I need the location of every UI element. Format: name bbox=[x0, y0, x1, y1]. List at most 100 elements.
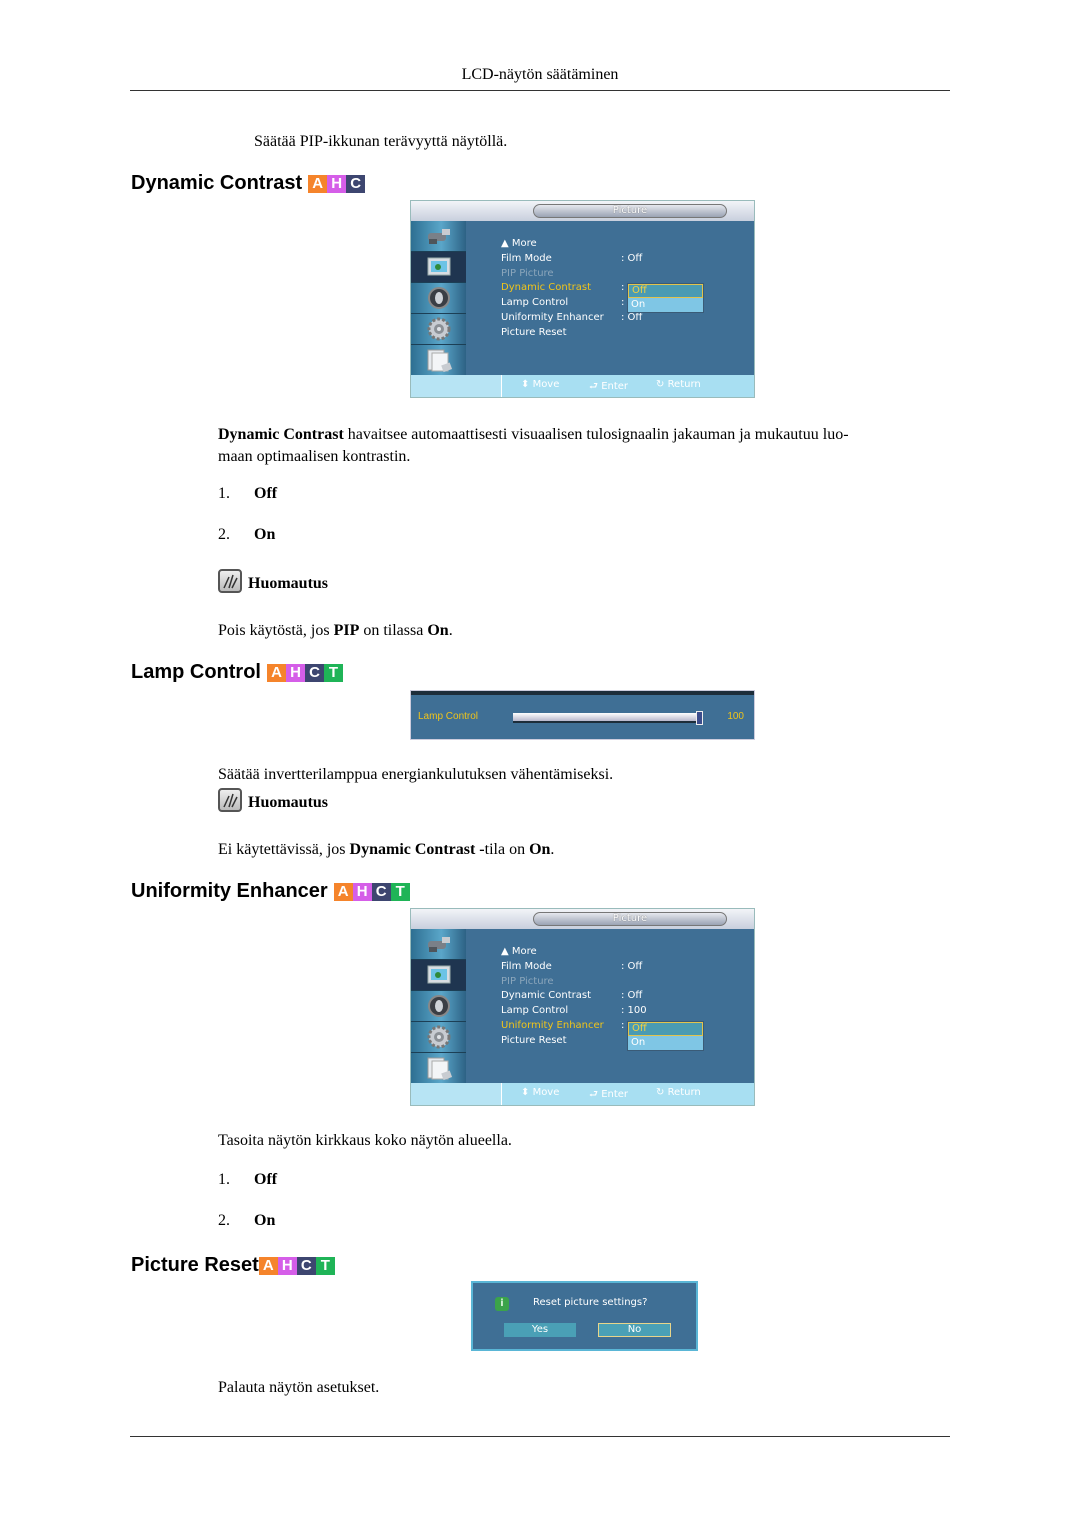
osd-row-film-mode[interactable]: Film Mode: Off bbox=[501, 960, 711, 975]
info-icon: i bbox=[495, 1297, 509, 1311]
lamp-control-description: Säätää invertterilamppua energiankulutuk… bbox=[218, 766, 614, 783]
mode-badges: A H C T bbox=[267, 663, 343, 682]
setup-icon[interactable] bbox=[411, 1022, 466, 1053]
dropdown-option-on[interactable]: On bbox=[628, 298, 703, 312]
move-icon: ⬍ bbox=[521, 1087, 533, 1098]
multi-control-icon[interactable] bbox=[411, 1053, 466, 1084]
osd-sidebar bbox=[411, 221, 466, 379]
section-title-text: Uniformity Enhancer bbox=[131, 880, 328, 902]
sound-icon[interactable] bbox=[411, 991, 466, 1022]
osd-nav-bar: ⬍ Move ⮐ Enter ↻ Return bbox=[411, 1083, 754, 1105]
footer-rule bbox=[130, 1436, 950, 1437]
osd-title: Picture bbox=[533, 204, 727, 218]
badge-a: A bbox=[258, 1256, 278, 1275]
lamp-control-value: 100 bbox=[727, 711, 744, 722]
osd-title: Picture bbox=[533, 912, 727, 926]
lamp-control-label: Lamp Control bbox=[418, 711, 479, 722]
nav-return: ↻ Return bbox=[656, 1087, 701, 1098]
note-pencil-icon bbox=[218, 569, 242, 593]
section-title-text: Picture Reset bbox=[131, 1254, 259, 1276]
osd-row-more[interactable]: ▲ More bbox=[501, 945, 711, 960]
option-list-item: 2. On bbox=[218, 1212, 276, 1229]
return-icon: ↻ bbox=[656, 1087, 668, 1098]
nav-move: ⬍ Move bbox=[521, 1087, 560, 1098]
page-header: LCD-näytön säätäminen bbox=[461, 66, 619, 83]
reset-question: Reset picture settings? bbox=[533, 1297, 648, 1308]
section-title-lamp-control: Lamp Control A H C T bbox=[131, 661, 343, 684]
note-heading: Huomautus bbox=[218, 788, 328, 812]
header-rule bbox=[130, 90, 950, 91]
picture-reset-description: Palauta näytön asetukset. bbox=[218, 1379, 380, 1396]
osd-row-uniformity-enhancer[interactable]: Uniformity Enhancer: Off bbox=[501, 311, 711, 326]
enter-icon: ⮐ bbox=[589, 381, 602, 392]
section-title-dynamic-contrast: Dynamic Contrast A H C bbox=[131, 172, 366, 195]
setup-icon[interactable] bbox=[411, 314, 466, 345]
note-text: Ei käytettävissä, jos Dynamic Contrast -… bbox=[218, 841, 555, 858]
badge-c: C bbox=[346, 174, 366, 193]
badge-h: H bbox=[327, 174, 347, 193]
badge-c: C bbox=[371, 882, 391, 901]
option-list-item: 1. Off bbox=[218, 1171, 278, 1188]
section-title-picture-reset: Picture Reset A H C T bbox=[131, 1254, 335, 1277]
sound-icon[interactable] bbox=[411, 283, 466, 314]
input-icon[interactable] bbox=[411, 221, 466, 252]
nav-return: ↻ Return bbox=[656, 379, 701, 390]
osd-row-lamp-control[interactable]: Lamp Control: 100 bbox=[501, 1004, 711, 1019]
badge-c: C bbox=[296, 1256, 316, 1275]
dropdown-option-on[interactable]: On bbox=[628, 1036, 703, 1050]
input-icon[interactable] bbox=[411, 929, 466, 960]
osd-row-film-mode[interactable]: Film Mode: Off bbox=[501, 252, 711, 267]
option-list-item: 2. On bbox=[218, 526, 276, 543]
osd-row-pip-picture: PIP Picture bbox=[501, 975, 554, 987]
slider-thumb[interactable] bbox=[696, 711, 703, 725]
lamp-control-osd: Lamp Control 100 bbox=[410, 690, 755, 740]
intro-text: Säätää PIP-ikkunan terävyyttä näytöllä. bbox=[254, 133, 508, 150]
badge-t: T bbox=[390, 882, 410, 901]
badge-a: A bbox=[333, 882, 353, 901]
osd-picture-menu: Picture ▲ More Film Mode: Off PIP Pictur… bbox=[410, 908, 755, 1106]
yes-button[interactable]: Yes bbox=[504, 1323, 576, 1337]
badge-t: T bbox=[315, 1256, 335, 1275]
badge-c: C bbox=[305, 663, 324, 682]
osd-nav-bar: ⬍ Move ⮐ Enter ↻ Return bbox=[411, 375, 754, 397]
osd-picture-menu: Picture ▲ More Film Mode: Off PIP Pictur… bbox=[410, 200, 755, 398]
badge-a: A bbox=[267, 663, 286, 682]
uniformity-enhancer-description: Tasoita näytön kirkkaus koko näytön alue… bbox=[218, 1132, 512, 1149]
badge-h: H bbox=[286, 663, 305, 682]
osd-row-picture-reset[interactable]: Picture Reset bbox=[501, 326, 711, 341]
mode-badges: A H C T bbox=[333, 882, 410, 901]
dropdown-option-off[interactable]: Off bbox=[628, 284, 703, 298]
mode-badges: A H C T bbox=[258, 1256, 335, 1275]
osd-sidebar bbox=[411, 929, 466, 1087]
section-title-text: Dynamic Contrast bbox=[131, 172, 303, 194]
osd-row-more[interactable]: ▲ More bbox=[501, 237, 711, 252]
return-icon: ↻ bbox=[656, 379, 668, 390]
mode-badges: A H C bbox=[308, 174, 366, 193]
nav-enter: ⮐ Enter bbox=[589, 1089, 629, 1100]
osd-row-dynamic-contrast[interactable]: Dynamic Contrast: Off bbox=[501, 989, 711, 1004]
nav-enter: ⮐ Enter bbox=[589, 381, 629, 392]
badge-h: H bbox=[277, 1256, 297, 1275]
badge-t: T bbox=[324, 663, 343, 682]
picture-icon[interactable] bbox=[411, 252, 466, 283]
no-button[interactable]: No bbox=[598, 1323, 671, 1337]
option-list-item: 1. Off bbox=[218, 485, 278, 502]
enter-icon: ⮐ bbox=[589, 1089, 602, 1100]
slider-fill bbox=[513, 713, 701, 721]
section-title-uniformity-enhancer: Uniformity Enhancer A H C T bbox=[131, 880, 410, 903]
note-heading: Huomautus bbox=[218, 569, 328, 593]
move-icon: ⬍ bbox=[521, 379, 533, 390]
note-pencil-icon bbox=[218, 788, 242, 812]
dropdown-option-off[interactable]: Off bbox=[628, 1022, 703, 1036]
note-text: Pois käytöstä, jos PIP on tilassa On. bbox=[218, 622, 453, 639]
lamp-control-slider[interactable] bbox=[513, 711, 703, 725]
osd-dropdown: Off On bbox=[627, 1021, 704, 1051]
section-title-text: Lamp Control bbox=[131, 661, 261, 683]
badge-h: H bbox=[352, 882, 372, 901]
reset-dialog: i Reset picture settings? Yes No bbox=[471, 1281, 698, 1351]
osd-dropdown: Off On bbox=[627, 283, 704, 313]
multi-control-icon[interactable] bbox=[411, 345, 466, 376]
nav-move: ⬍ Move bbox=[521, 379, 560, 390]
picture-icon[interactable] bbox=[411, 960, 466, 991]
osd-row-pip-picture: PIP Picture bbox=[501, 267, 554, 279]
